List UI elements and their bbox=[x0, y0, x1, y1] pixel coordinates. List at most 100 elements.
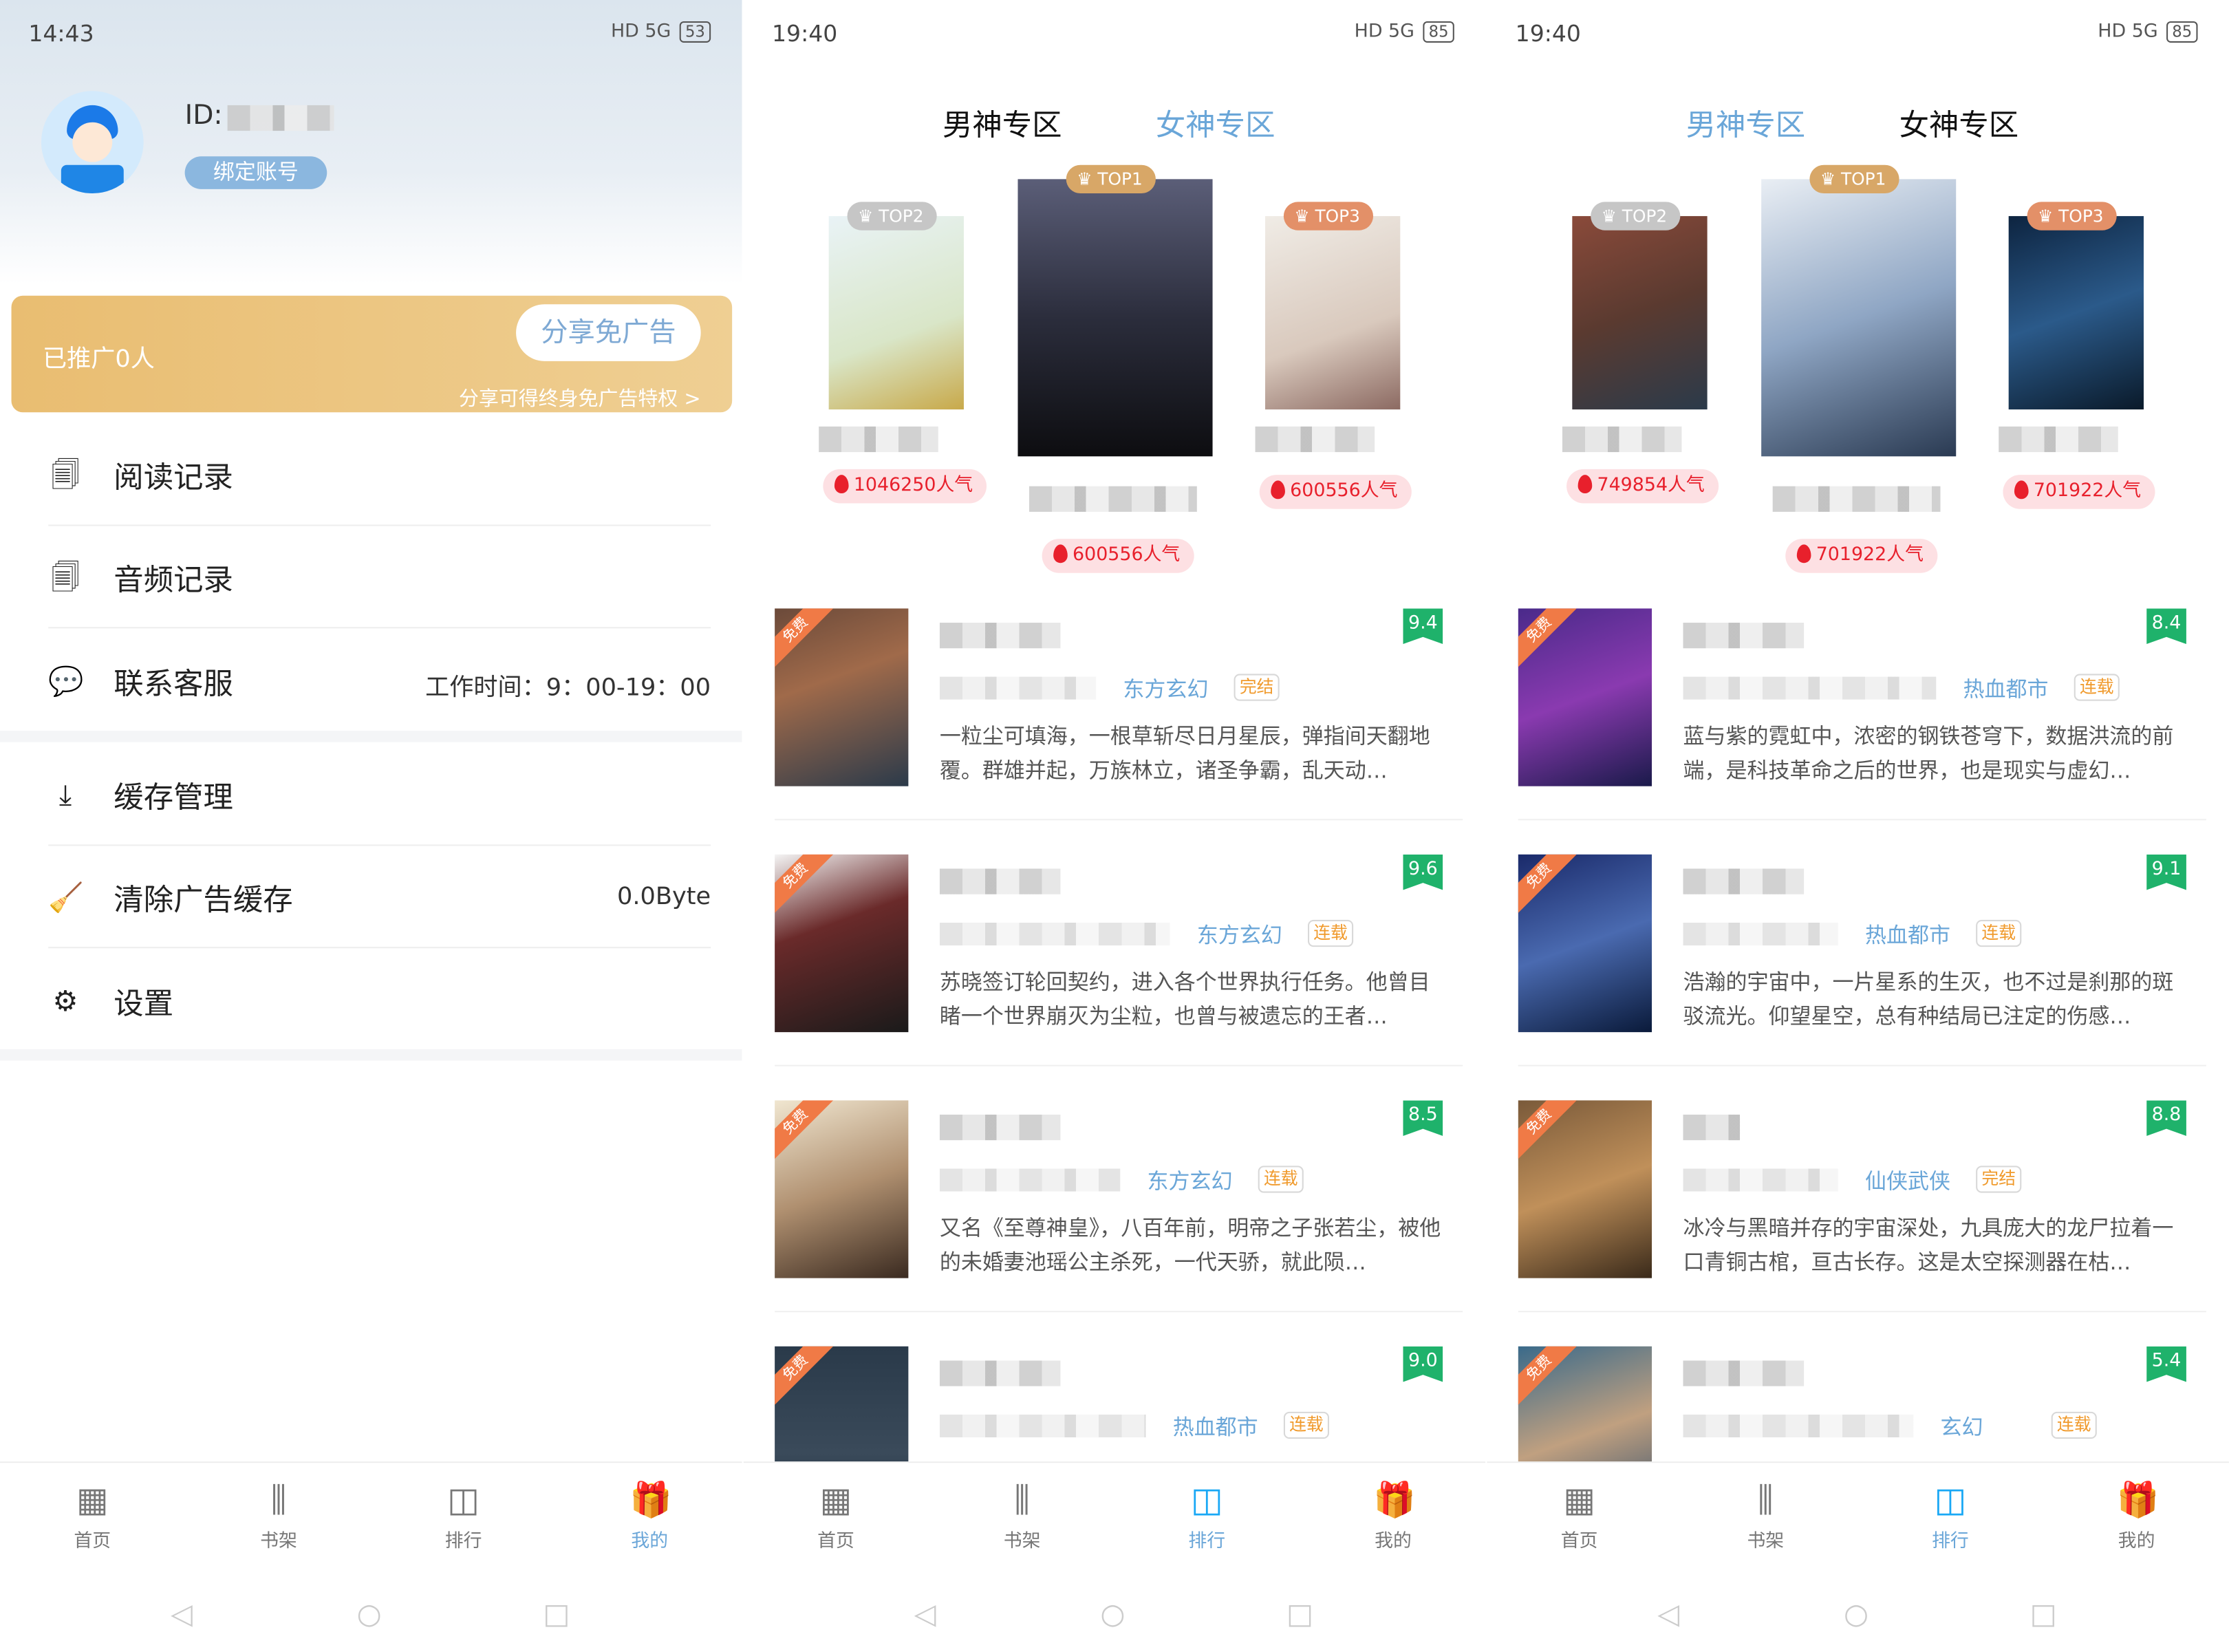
genre-label[interactable]: 热血都市 bbox=[1173, 1412, 1258, 1441]
menu-item-3[interactable]: ⤓ 缓存管理 bbox=[0, 744, 742, 846]
promo-hint-link[interactable]: 分享可得终身免广告特权 > bbox=[459, 384, 701, 412]
book-description: 一粒尘可填海，一根草斩尽日月星辰，弹指间天翻地覆。群雄并起，万族林立，诸圣争霸，… bbox=[939, 723, 1430, 784]
book-cover[interactable]: 免费 bbox=[775, 854, 909, 1033]
popularity-pill: 1046250人气 bbox=[822, 469, 987, 504]
flame-icon bbox=[1796, 544, 1811, 564]
nav-item-2[interactable]: ◫ 排行 bbox=[421, 1480, 506, 1552]
recents-icon[interactable]: □ bbox=[543, 1596, 570, 1631]
book-list-item[interactable]: 免费 东方玄幻 连载 又名《至尊神皇》，八百年前，明帝之子张若尘，被他的未婚妻池… bbox=[775, 1100, 1463, 1313]
nav-item-1[interactable]: ⫼ 书架 bbox=[236, 1480, 321, 1552]
popularity-value: 1046250人气 bbox=[853, 475, 973, 497]
promo-banner[interactable]: 已推广0人 分享免广告 分享可得终身免广告特权 > bbox=[11, 295, 733, 413]
nav-item-2[interactable]: ◫ 排行 bbox=[1164, 1480, 1249, 1552]
back-icon[interactable]: ◁ bbox=[1657, 1596, 1679, 1631]
back-icon[interactable]: ◁ bbox=[171, 1596, 193, 1631]
book-list-item[interactable]: 免费 东方玄幻 连载 苏晓签订轮回契约，进入各个世界执行任务。他曾目睹一个世界崩… bbox=[775, 854, 1463, 1068]
book-list-item[interactable]: 免费 东方玄幻 完结 一粒尘可填海，一根草斩尽日月星辰，弹指间天翻地覆。群雄并起… bbox=[775, 608, 1463, 822]
crown-icon: ♛ bbox=[1294, 206, 1315, 226]
tab-male[interactable]: 男神专区 bbox=[1686, 103, 1806, 145]
popularity-value: 701922人气 bbox=[1816, 544, 1924, 566]
bookshelf-icon: ⫼ bbox=[1757, 1480, 1774, 1520]
menu-item-0[interactable]: 🗐 阅读记录 bbox=[0, 424, 742, 526]
status-time: 14:43 bbox=[28, 19, 94, 47]
menu-item-5[interactable]: ⚙ 设置 bbox=[0, 950, 742, 1052]
menu-label: 设置 bbox=[114, 987, 174, 1021]
customer-service-icon: 💬 bbox=[48, 663, 84, 698]
book-cover[interactable]: 免费 bbox=[775, 1100, 909, 1278]
system-nav-bar: ◁ ○ □ bbox=[0, 1585, 742, 1642]
user-id: ID: bbox=[185, 100, 223, 131]
nav-item-3[interactable]: 🎁 我的 bbox=[607, 1480, 692, 1552]
nav-item-2[interactable]: ◫ 排行 bbox=[1908, 1480, 1993, 1552]
system-nav-bar: ◁ ○ □ bbox=[744, 1585, 1486, 1642]
top-book-cover[interactable] bbox=[828, 216, 964, 410]
top-book-cover[interactable] bbox=[1265, 216, 1401, 410]
menu-item-1[interactable]: 🗐 音频记录 bbox=[0, 526, 742, 629]
nav-item-0[interactable]: ▦ 首页 bbox=[793, 1480, 879, 1552]
menu-item-4[interactable]: 🧹 清除广告缓存 0.0Byte bbox=[0, 846, 742, 949]
genre-label[interactable]: 东方玄幻 bbox=[1148, 1166, 1233, 1195]
tab-female[interactable]: 女神专区 bbox=[1899, 103, 2019, 145]
top-book-cover[interactable] bbox=[1572, 216, 1708, 410]
nav-item-0[interactable]: ▦ 首页 bbox=[50, 1480, 135, 1552]
audio-history-icon: 🗐 bbox=[51, 560, 80, 594]
status-tag: 连载 bbox=[1258, 1166, 1304, 1193]
gift-icon: 🎁 bbox=[629, 1480, 673, 1520]
nav-label: 排行 bbox=[1932, 1531, 1969, 1553]
bottom-nav: ▦ 首页 ⫼ 书架 ◫ 排行 🎁 我的 bbox=[743, 1461, 1486, 1578]
top-book-cover[interactable] bbox=[2008, 216, 2144, 410]
tab-female[interactable]: 女神专区 bbox=[1156, 103, 1275, 145]
redacted-title bbox=[1683, 623, 1805, 649]
ranking-bag-icon: ◫ bbox=[447, 1480, 480, 1520]
home-icon[interactable]: ○ bbox=[1100, 1596, 1125, 1631]
home-grid-icon: ▦ bbox=[819, 1480, 852, 1520]
menu-label: 缓存管理 bbox=[114, 780, 233, 815]
avatar[interactable] bbox=[41, 91, 144, 194]
share-no-ads-button[interactable]: 分享免广告 bbox=[516, 304, 701, 361]
bind-account-button[interactable]: 绑定账号 bbox=[184, 156, 327, 189]
book-description: 又名《至尊神皇》，八百年前，明帝之子张若尘，被他的未婚妻池瑶公主杀死，一代天骄，… bbox=[939, 1215, 1441, 1276]
genre-label[interactable]: 东方玄幻 bbox=[1123, 674, 1208, 703]
free-badge: 免费 bbox=[1518, 854, 1582, 919]
redacted-title bbox=[1255, 426, 1375, 453]
promo-count: 已推广0人 bbox=[42, 345, 155, 374]
home-icon[interactable]: ○ bbox=[357, 1596, 382, 1631]
bottom-nav: ▦ 首页 ⫼ 书架 ◫ 排行 🎁 我的 bbox=[0, 1461, 742, 1578]
book-cover[interactable]: 免费 bbox=[1518, 608, 1652, 786]
genre-label[interactable]: 仙侠武侠 bbox=[1865, 1166, 1950, 1195]
home-icon[interactable]: ○ bbox=[1844, 1596, 1869, 1631]
score-badge: 8.8 bbox=[2146, 1100, 2186, 1136]
nav-label: 我的 bbox=[631, 1531, 669, 1553]
recents-icon[interactable]: □ bbox=[1286, 1596, 1313, 1631]
score-badge: 9.0 bbox=[1403, 1346, 1443, 1382]
nav-item-1[interactable]: ⫼ 书架 bbox=[980, 1480, 1065, 1552]
back-icon[interactable]: ◁ bbox=[914, 1596, 936, 1631]
rank-label: TOP3 bbox=[2058, 206, 2104, 226]
nav-item-0[interactable]: ▦ 首页 bbox=[1537, 1480, 1622, 1552]
status-tag: 完结 bbox=[1234, 674, 1280, 701]
nav-item-3[interactable]: 🎁 我的 bbox=[2094, 1480, 2179, 1552]
rank-label: TOP1 bbox=[1841, 169, 1886, 189]
network-indicator: HD 5G bbox=[610, 21, 671, 43]
battery-icon: 53 bbox=[679, 21, 711, 43]
system-nav-bar: ◁ ○ □ bbox=[1487, 1585, 2229, 1642]
menu-item-2[interactable]: 💬 联系客服 工作时间：9：00-19：00 bbox=[0, 630, 742, 732]
book-cover[interactable]: 免费 bbox=[1518, 1100, 1652, 1278]
book-list-item[interactable]: 免费 仙侠武侠 完结 冰冷与黑暗并存的宇宙深处，九具庞大的龙尸拉着一口青铜古棺，… bbox=[1518, 1100, 2206, 1313]
nav-item-3[interactable]: 🎁 我的 bbox=[1350, 1480, 1436, 1552]
book-cover[interactable]: 免费 bbox=[775, 608, 909, 786]
book-list-item[interactable]: 免费 热血都市 连载 蓝与紫的霓虹中，浓密的钢铁苍穹下，数据洪流的前端，是科技革… bbox=[1518, 608, 2206, 822]
recents-icon[interactable]: □ bbox=[2030, 1596, 2057, 1631]
genre-label[interactable]: 热血都市 bbox=[1865, 920, 1950, 950]
popularity-pill: 600556人气 bbox=[1258, 475, 1412, 509]
genre-label[interactable]: 热血都市 bbox=[1963, 674, 2049, 703]
top-book-cover[interactable] bbox=[1017, 179, 1213, 457]
tab-male[interactable]: 男神专区 bbox=[943, 103, 1062, 145]
book-cover[interactable]: 免费 bbox=[1518, 854, 1652, 1033]
book-list-item[interactable]: 免费 热血都市 连载 浩瀚的宇宙中，一片星系的生灭，也不过是刹那的斑驳流光。仰望… bbox=[1518, 854, 2206, 1068]
popularity-value: 749854人气 bbox=[1597, 475, 1705, 497]
nav-item-1[interactable]: ⫼ 书架 bbox=[1723, 1480, 1808, 1552]
genre-label[interactable]: 东方玄幻 bbox=[1197, 920, 1282, 950]
top-book-cover[interactable] bbox=[1761, 179, 1957, 457]
genre-label[interactable]: 玄幻 bbox=[1940, 1412, 1983, 1441]
